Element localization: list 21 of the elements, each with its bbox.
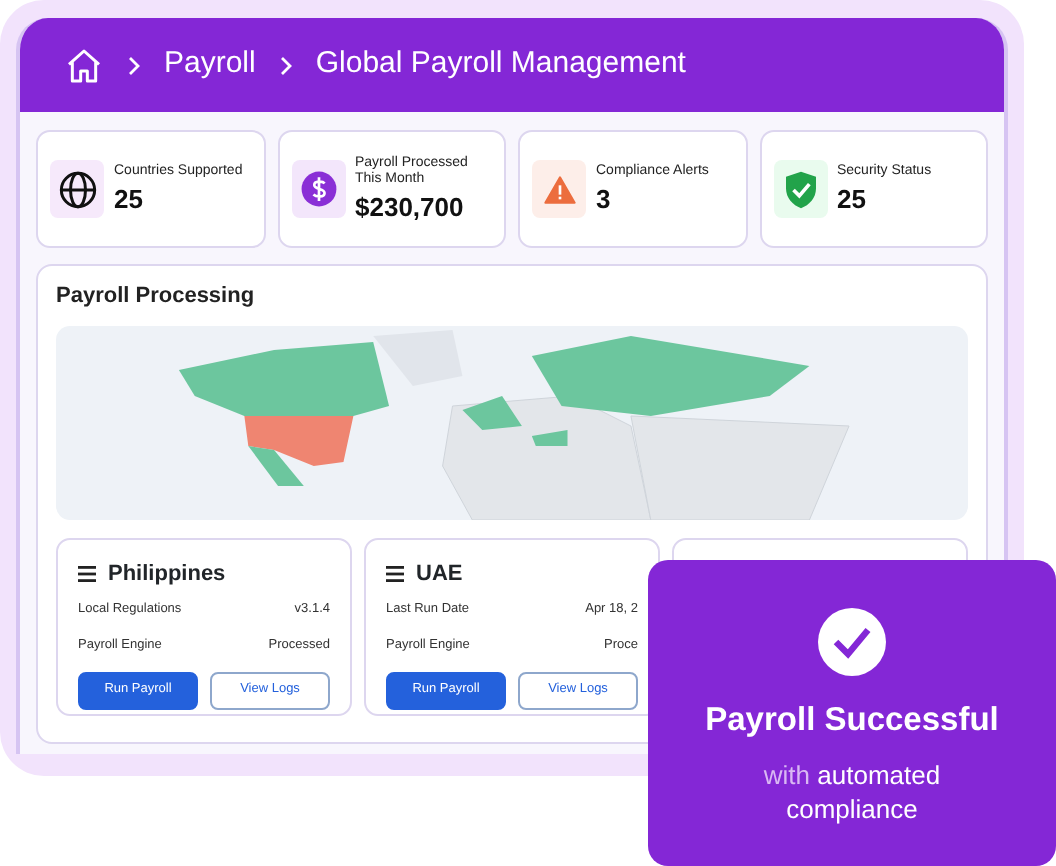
stat-value: 3 (596, 183, 613, 215)
menu-icon[interactable] (78, 565, 96, 582)
country-name: Philippines (108, 559, 226, 589)
warning-icon (543, 175, 575, 203)
chevron-icon (279, 55, 292, 75)
toast-subtitle: with automated compliance (761, 757, 943, 828)
toast-title: Payroll Successful (705, 700, 999, 742)
dollar-icon (299, 170, 337, 208)
stat-value: 25 (114, 183, 145, 215)
country-name: UAE (416, 559, 463, 589)
stat-value: 25 (837, 183, 868, 215)
breadcrumb-link[interactable]: Payroll (164, 42, 256, 88)
shield-check-icon (783, 169, 817, 209)
home-icon[interactable] (64, 45, 104, 85)
page-title: Global Payroll Management (315, 44, 686, 85)
chevron-icon (128, 55, 140, 75)
check-circle-icon (818, 608, 886, 676)
stat-value: $230,700 (355, 191, 466, 223)
section-title: Payroll Processing (56, 282, 257, 312)
globe-icon (57, 169, 97, 209)
menu-icon[interactable] (386, 565, 404, 582)
